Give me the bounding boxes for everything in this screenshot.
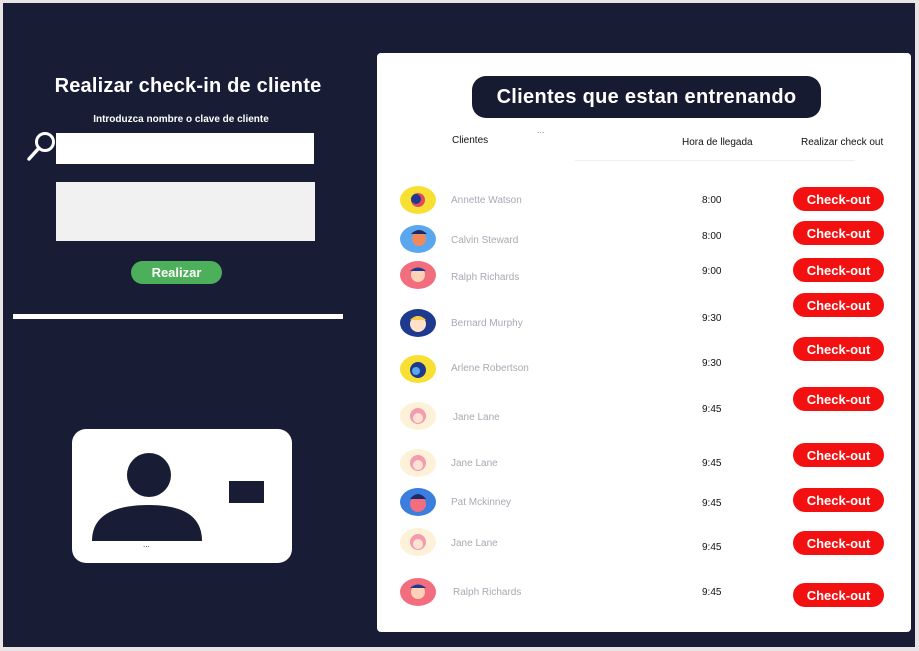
client-row: Calvin Steward 8:00 Check-out <box>377 221 911 253</box>
arrival-time: 9:45 <box>702 404 722 415</box>
avatar <box>400 355 436 383</box>
arrival-time: 8:00 <box>702 231 722 242</box>
avatar <box>400 402 436 430</box>
checkout-button[interactable]: Check-out <box>793 293 884 317</box>
client-search-input[interactable] <box>56 133 314 164</box>
client-row: Pat Mckinney 9:45 Check-out <box>377 487 911 517</box>
arrival-time: 8:00 <box>702 195 722 206</box>
arrival-time: 9:45 <box>702 587 722 598</box>
client-name: Calvin Steward <box>451 235 519 246</box>
checkout-button[interactable]: Check-out <box>793 258 884 282</box>
client-name: Ralph Richards <box>451 272 520 283</box>
clients-list-panel: Clientes que estan entrenando Clientes .… <box>377 53 911 632</box>
column-header-more: ... <box>537 125 545 135</box>
checkin-title: Realizar check-in de cliente <box>54 75 322 97</box>
client-row: Annette Watson 8:00 Check-out <box>377 183 911 214</box>
client-name: Jane Lane <box>451 538 498 549</box>
client-row: Arlene Robertson 9:30 Check-out <box>377 337 911 383</box>
client-name: Jane Lane <box>451 458 498 469</box>
checkin-subtitle: Introduzca nombre o clave de cliente <box>93 114 269 125</box>
checkout-button[interactable]: Check-out <box>793 488 884 512</box>
client-row: Ralph Richards 9:00 Check-out <box>377 258 911 290</box>
header-divider <box>575 160 855 161</box>
id-card-caption: ... <box>143 540 150 549</box>
client-name: Pat Mckinney <box>451 497 512 508</box>
avatar <box>400 261 436 289</box>
arrival-time: 9:45 <box>702 458 722 469</box>
client-name: Arlene Robertson <box>451 363 529 374</box>
client-name: Annette Watson <box>451 195 522 206</box>
checkout-button[interactable]: Check-out <box>793 387 884 411</box>
client-row: Bernard Murphy 9:30 Check-out <box>377 293 911 338</box>
client-row: Jane Lane 9:45 Check-out <box>377 527 911 557</box>
column-header-checkout: Realizar check out <box>801 137 884 148</box>
avatar <box>400 309 436 337</box>
client-row: Jane Lane 9:45 Check-out <box>377 387 911 431</box>
client-name: Jane Lane <box>453 412 500 423</box>
checkout-button[interactable]: Check-out <box>793 187 884 211</box>
checkout-button[interactable]: Check-out <box>793 221 884 245</box>
checkout-button[interactable]: Check-out <box>793 583 884 607</box>
divider <box>13 314 343 319</box>
column-header-arrival: Hora de llegada <box>682 137 753 148</box>
checkin-submit-button[interactable]: Realizar <box>131 261 222 284</box>
client-id-card: ... <box>72 429 292 563</box>
client-name: Ralph Richards <box>453 587 522 598</box>
arrival-time: 9:30 <box>702 313 722 324</box>
avatar <box>400 449 436 477</box>
arrival-time: 9:00 <box>702 266 722 277</box>
app-window: Realizar check-in de cliente Introduzca … <box>3 3 915 647</box>
checkout-button[interactable]: Check-out <box>793 443 884 467</box>
arrival-time: 9:30 <box>702 358 722 369</box>
column-header-clients: Clientes <box>452 135 489 146</box>
arrival-time: 9:45 <box>702 498 722 509</box>
avatar <box>400 225 436 253</box>
checkout-button[interactable]: Check-out <box>793 531 884 555</box>
checkout-button[interactable]: Check-out <box>793 337 884 361</box>
avatar <box>400 578 436 606</box>
search-icon[interactable] <box>25 129 59 163</box>
person-icon: ... <box>92 453 264 549</box>
avatar <box>400 186 436 214</box>
list-title: Clientes que estan entrenando <box>472 76 821 118</box>
avatar <box>400 488 436 516</box>
client-row: Ralph Richards 9:45 Check-out <box>377 577 911 607</box>
client-name: Bernard Murphy <box>451 318 523 329</box>
client-row: Jane Lane 9:45 Check-out <box>377 443 911 477</box>
avatar <box>400 528 436 556</box>
client-details-box[interactable] <box>56 182 315 241</box>
arrival-time: 9:45 <box>702 542 722 553</box>
